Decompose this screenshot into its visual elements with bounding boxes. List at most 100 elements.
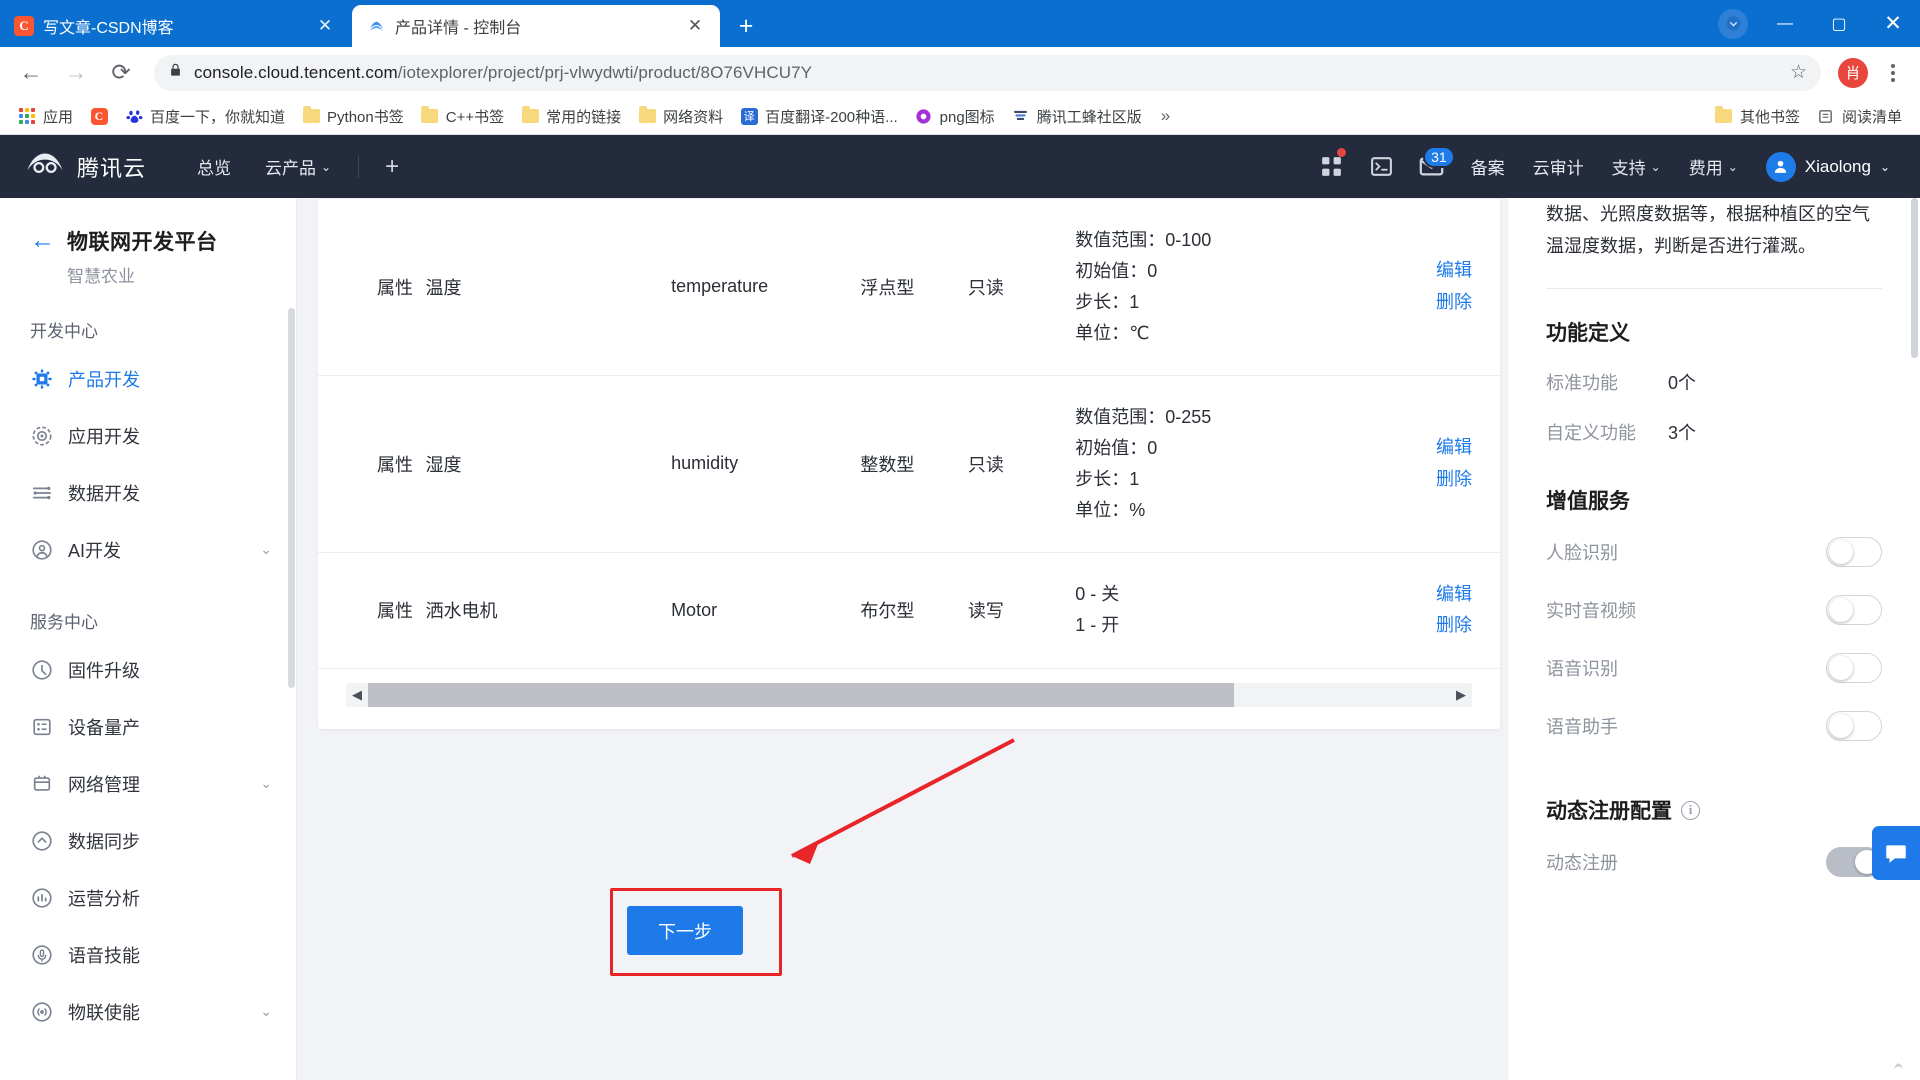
scroll-thumb[interactable] <box>368 682 1234 707</box>
sidebar-item-label: 运营分析 <box>68 888 140 909</box>
bookmark-network[interactable]: 网络资料 <box>631 102 730 131</box>
bookmark-png[interactable]: png图标 <box>908 102 1002 131</box>
edit-link[interactable]: 编辑 <box>1403 432 1472 464</box>
service-row-voice-assistant: 语音助手 <box>1546 711 1882 742</box>
chrome-update-icon[interactable] <box>1718 8 1748 39</box>
sidebar-item-label: 应用开发 <box>68 426 140 447</box>
browser-tab-1[interactable]: 产品详情 - 控制台 ✕ <box>352 5 720 47</box>
bookmark-label: C++书签 <box>445 108 505 126</box>
chat-bubble-icon[interactable] <box>1872 826 1920 880</box>
row-label: 语音助手 <box>1546 717 1618 738</box>
sidebar-item-app-dev[interactable]: 应用开发 <box>0 407 296 464</box>
delete-link[interactable]: 删除 <box>1403 610 1472 642</box>
cell-type: 属性 <box>377 601 413 622</box>
bookmarks-overflow-icon[interactable]: » <box>1152 106 1179 126</box>
bookmark-star-icon[interactable]: ☆ <box>1790 61 1807 84</box>
edit-link[interactable]: 编辑 <box>1403 579 1472 611</box>
edit-link[interactable]: 编辑 <box>1403 255 1472 287</box>
grid-apps-icon[interactable] <box>1307 135 1357 198</box>
apps-grid-icon <box>18 107 36 125</box>
tencent-cloud-logo[interactable]: 腾讯云 <box>24 149 146 184</box>
profile-avatar[interactable]: 肖 <box>1838 57 1868 88</box>
next-step-button[interactable]: 下一步 <box>627 906 743 955</box>
toggle-voice-assistant[interactable] <box>1826 711 1882 742</box>
url-host: console.cloud.tencent.com <box>194 62 398 82</box>
header-item-billing[interactable]: 费用 ⌄ <box>1675 154 1752 179</box>
table-row: 属性 洒水电机 Motor 布尔型 读写 0 - 关 1 - 开 编辑 删除 <box>318 552 1500 669</box>
sidebar-item-ops-analysis[interactable]: 运营分析 <box>0 869 296 926</box>
toggle-face-recognition[interactable] <box>1826 537 1882 568</box>
bookmark-python[interactable]: Python书签 <box>295 102 411 131</box>
sidebar-item-product-dev[interactable]: 产品开发 <box>0 350 296 407</box>
bookmark-gongfeng[interactable]: 腾讯工蜂社区版 <box>1005 102 1149 131</box>
sidebar-item-voice-skill[interactable]: 语音技能 <box>0 926 296 983</box>
sidebar-item-network-mgmt[interactable]: 网络管理 ⌄ <box>0 755 296 812</box>
nav-overview[interactable]: 总览 <box>180 154 248 179</box>
window-minimize-button[interactable]: — <box>1758 0 1812 47</box>
baidu-icon <box>125 107 143 125</box>
table-row: 属性 湿度 humidity 整数型 只读 数值范围：0-255 初始值：0 步… <box>318 375 1500 553</box>
new-tab-button[interactable]: + <box>728 8 764 44</box>
data-model-card: 属性 温度 temperature 浮点型 只读 数值范围：0-100 初始值：… <box>318 198 1500 729</box>
chevron-down-icon: ⌄ <box>1727 159 1738 174</box>
browser-menu-icon[interactable] <box>1876 56 1910 90</box>
console-terminal-icon[interactable] <box>1357 135 1407 198</box>
folder-icon <box>638 106 656 125</box>
forward-icon[interactable]: → <box>55 52 97 94</box>
back-icon[interactable]: ← <box>10 52 52 94</box>
table-horizontal-scrollbar[interactable]: ◀ ▶ <box>346 682 1472 707</box>
tab-close-icon[interactable]: ✕ <box>684 15 706 37</box>
bookmark-other[interactable]: 其他书签 <box>1708 102 1807 131</box>
bookmark-csdn[interactable]: C <box>83 103 115 129</box>
nav-cloud-products[interactable]: 云产品 ⌄ <box>248 154 348 179</box>
browser-tab-0[interactable]: C 写文章-CSDN博客 ✕ <box>0 5 350 47</box>
bookmark-cpp[interactable]: C++书签 <box>414 102 511 131</box>
address-bar[interactable]: console.cloud.tencent.com/iotexplorer/pr… <box>154 54 1821 91</box>
add-shortcut-button[interactable]: + <box>369 153 415 181</box>
sidebar-item-data-dev[interactable]: 数据开发 <box>0 464 296 521</box>
service-row-speech-recognition: 语音识别 <box>1546 653 1882 684</box>
tab-close-icon[interactable]: ✕ <box>314 15 336 37</box>
detail-line: 步长：1 <box>1075 291 1140 312</box>
bookmark-fanyi[interactable]: 译 百度翻译-200种语... <box>733 102 905 131</box>
arrow-left-icon[interactable]: ← <box>30 228 55 253</box>
mail-icon[interactable]: 31 <box>1407 135 1457 198</box>
sidebar-item-ai-dev[interactable]: AI开发 ⌄ <box>0 521 296 578</box>
sidebar-item-data-sync[interactable]: 数据同步 <box>0 812 296 869</box>
scroll-left-icon[interactable]: ◀ <box>346 687 368 703</box>
header-right-group: 31 备案 云审计 支持 ⌄ 费用 ⌄ Xiaolong ⌄ <box>1307 135 1896 198</box>
sidebar-header[interactable]: ← 物联网开发平台 智慧农业 <box>0 216 296 287</box>
watermark <box>1891 1059 1906 1074</box>
info-icon[interactable]: i <box>1681 800 1700 820</box>
reading-list-icon <box>1817 107 1835 125</box>
scroll-track[interactable] <box>368 682 1450 707</box>
product-info-panel: 数据、光照度数据等，根据种植区的空气温湿度数据，判断是否进行灌溉。 功能定义 标… <box>1507 198 1920 1080</box>
standard-function-row: 标准功能 0个 <box>1546 369 1882 395</box>
sidebar-item-iot-enable[interactable]: 物联使能 ⌄ <box>0 983 296 1040</box>
header-item-audit[interactable]: 云审计 <box>1519 154 1598 179</box>
bookmark-baidu[interactable]: 百度一下，你就知道 <box>118 102 292 131</box>
bookmark-links[interactable]: 常用的链接 <box>514 102 628 131</box>
user-menu[interactable]: Xiaolong ⌄ <box>1752 151 1896 182</box>
toggle-rtc[interactable] <box>1826 595 1882 626</box>
window-close-button[interactable]: ✕ <box>1866 0 1920 47</box>
panel-scrollbar[interactable] <box>1911 198 1918 358</box>
bookmark-apps[interactable]: 应用 <box>11 102 80 131</box>
delete-link[interactable]: 删除 <box>1403 287 1472 319</box>
chevron-down-icon: ⌄ <box>1879 159 1890 174</box>
window-maximize-button[interactable]: ▢ <box>1812 0 1866 47</box>
delete-link[interactable]: 删除 <box>1403 464 1472 496</box>
reload-icon[interactable]: ⟳ <box>100 52 142 94</box>
sidebar-scrollbar[interactable] <box>288 308 295 688</box>
header-item-beian[interactable]: 备案 <box>1457 154 1519 179</box>
scroll-right-icon[interactable]: ▶ <box>1450 687 1472 703</box>
browser-tab-title: 产品详情 - 控制台 <box>395 20 522 37</box>
toggle-speech-recognition[interactable] <box>1826 653 1882 684</box>
sidebar-item-firmware[interactable]: 固件升级 <box>0 641 296 698</box>
mail-badge-count: 31 <box>1423 146 1455 168</box>
sliders-icon <box>30 481 54 505</box>
header-item-support[interactable]: 支持 ⌄ <box>1598 154 1675 179</box>
bookmark-reading-list[interactable]: 阅读清单 <box>1810 102 1909 131</box>
sidebar-item-mass-production[interactable]: 设备量产 <box>0 698 296 755</box>
sidebar-title: 物联网开发平台 <box>67 231 218 254</box>
